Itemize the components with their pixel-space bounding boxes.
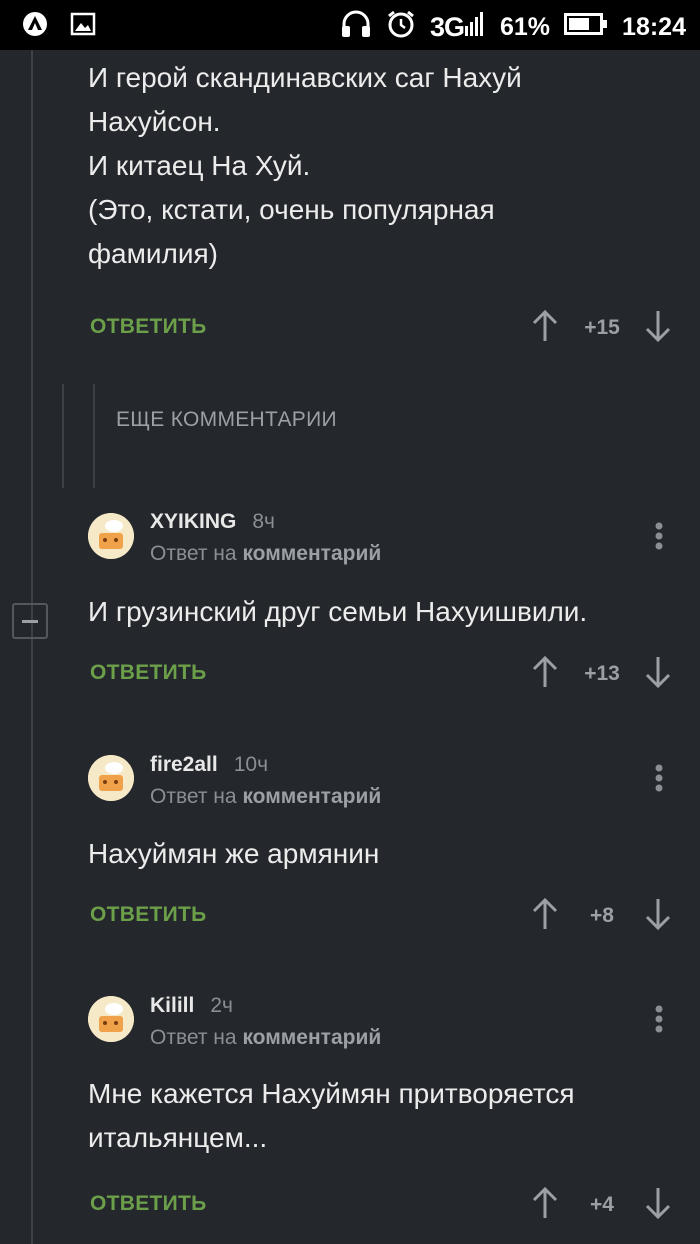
reply-button[interactable]: ОТВЕТИТЬ bbox=[90, 661, 207, 685]
upvote-icon[interactable] bbox=[531, 655, 559, 689]
reply-target[interactable]: комментарий bbox=[242, 785, 381, 808]
avatar[interactable] bbox=[88, 996, 134, 1042]
comment-line: (Это, кстати, очень популярная bbox=[88, 194, 495, 225]
comment-score: +4 bbox=[590, 1193, 614, 1216]
clock: 18:24 bbox=[622, 13, 686, 41]
reply-prefix: Ответ на bbox=[150, 542, 237, 565]
comment-line: итальянцем... bbox=[88, 1122, 268, 1153]
thread-line bbox=[31, 50, 33, 1244]
comment-line: Нахуйсон. bbox=[88, 106, 221, 137]
comment-text: И герой скандинавских саг Нахуй Нахуйсон… bbox=[88, 56, 678, 276]
comment-line: Нахуймян же армянин bbox=[88, 838, 380, 869]
thread-line bbox=[93, 384, 95, 488]
comment-text: Нахуймян же армянин bbox=[88, 832, 678, 876]
upvote-icon[interactable] bbox=[531, 309, 559, 343]
alarm-icon bbox=[386, 9, 416, 46]
username[interactable]: Kilill bbox=[150, 994, 194, 1017]
comment-time: 10ч bbox=[233, 753, 269, 776]
comment-time: 2ч bbox=[210, 994, 233, 1017]
username[interactable]: fire2all bbox=[150, 753, 218, 776]
comment-time: 8ч bbox=[252, 510, 275, 533]
comment-line: И герой скандинавских саг Нахуй bbox=[88, 62, 522, 93]
more-vert-icon[interactable] bbox=[652, 1004, 666, 1038]
battery-icon bbox=[564, 12, 608, 43]
headphones-icon bbox=[340, 9, 372, 46]
reply-to-link[interactable]: Ответ на комментарий bbox=[150, 785, 381, 809]
comment-text: И грузинский друг семьи Нахуишвили. bbox=[88, 590, 678, 634]
app-logo-icon bbox=[22, 11, 48, 42]
comment-line: фамилия) bbox=[88, 238, 218, 269]
comments-thread: И герой скандинавских саг Нахуй Нахуйсон… bbox=[0, 50, 700, 1244]
username[interactable]: XYIKING bbox=[150, 510, 236, 533]
more-vert-icon[interactable] bbox=[652, 763, 666, 797]
reply-target[interactable]: комментарий bbox=[242, 542, 381, 565]
comment-line: Мне кажется Нахуймян притворяется bbox=[88, 1078, 575, 1109]
more-comments-link[interactable]: ЕЩЕ КОММЕНТАРИИ bbox=[116, 408, 337, 432]
reply-button[interactable]: ОТВЕТИТЬ bbox=[90, 1192, 207, 1216]
collapse-thread-button[interactable] bbox=[12, 603, 48, 639]
reply-prefix: Ответ на bbox=[150, 1026, 237, 1049]
signal-icon bbox=[464, 10, 486, 45]
network-type: 3G bbox=[429, 12, 465, 42]
comment-line: И грузинский друг семьи Нахуишвили. bbox=[88, 596, 588, 627]
downvote-icon[interactable] bbox=[644, 897, 672, 931]
comment-score: +13 bbox=[584, 662, 620, 685]
reply-button[interactable]: ОТВЕТИТЬ bbox=[90, 903, 207, 927]
thread-line bbox=[62, 384, 64, 488]
comment-username[interactable]: fire2all 10ч bbox=[150, 753, 268, 777]
upvote-icon[interactable] bbox=[531, 1186, 559, 1220]
comment-text: Мне кажется Нахуймян притворяется италья… bbox=[88, 1072, 678, 1160]
downvote-icon[interactable] bbox=[644, 309, 672, 343]
status-bar: 3G 61% 18:24 bbox=[0, 0, 700, 50]
comment-score: +15 bbox=[584, 316, 620, 339]
comment-username[interactable]: XYIKING 8ч bbox=[150, 510, 275, 534]
reply-prefix: Ответ на bbox=[150, 785, 237, 808]
avatar[interactable] bbox=[88, 755, 134, 801]
battery-level: 61% bbox=[500, 13, 551, 41]
reply-to-link[interactable]: Ответ на комментарий bbox=[150, 1026, 381, 1050]
reply-button[interactable]: ОТВЕТИТЬ bbox=[90, 315, 207, 339]
reply-to-link[interactable]: Ответ на комментарий bbox=[150, 542, 381, 566]
downvote-icon[interactable] bbox=[644, 655, 672, 689]
comment-score: +8 bbox=[590, 904, 614, 927]
downvote-icon[interactable] bbox=[644, 1186, 672, 1220]
reply-target[interactable]: комментарий bbox=[242, 1026, 381, 1049]
comment-username[interactable]: Kilill 2ч bbox=[150, 994, 233, 1018]
image-notification-icon bbox=[70, 11, 96, 42]
avatar[interactable] bbox=[88, 513, 134, 559]
more-vert-icon[interactable] bbox=[652, 521, 666, 555]
upvote-icon[interactable] bbox=[531, 897, 559, 931]
comment-line: И китаец На Хуй. bbox=[88, 150, 311, 181]
